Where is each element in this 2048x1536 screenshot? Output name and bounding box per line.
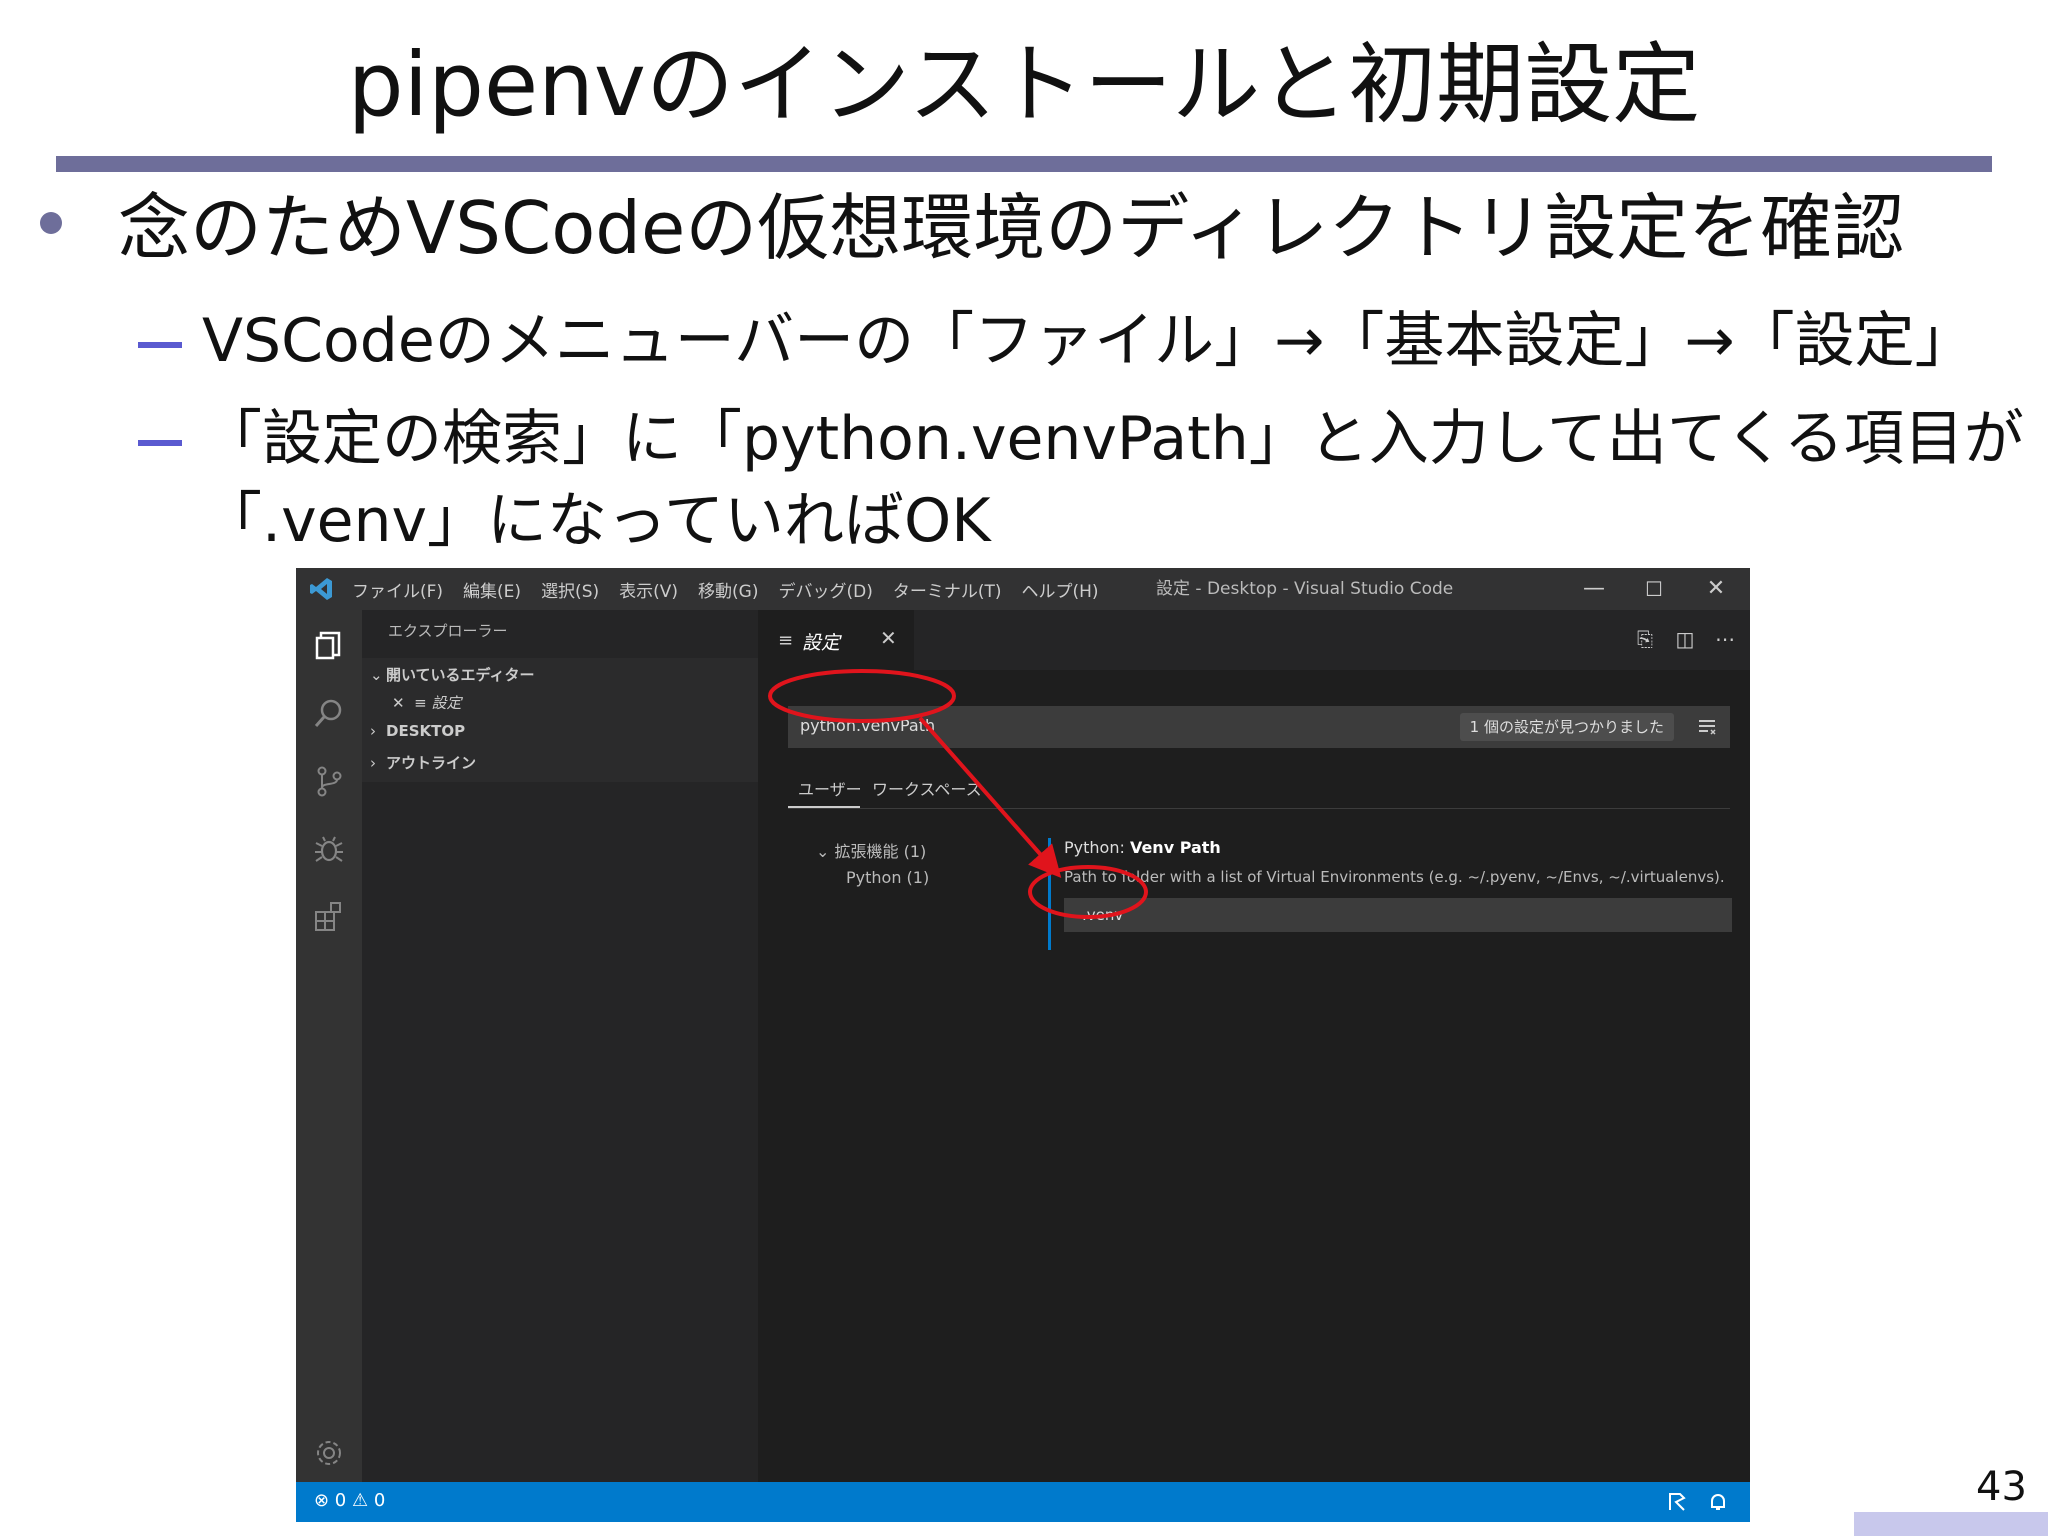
filter-icon[interactable]: [1696, 716, 1718, 738]
settings-tab[interactable]: ≡ 設定 ✕: [758, 610, 914, 670]
title-bar: ファイル(F) 編集(E) 選択(S) 表示(V) 移動(G) デバッグ(D) …: [296, 568, 1750, 610]
chevron-down-icon: ⌄: [816, 842, 830, 861]
debug-icon[interactable]: [312, 832, 346, 866]
setting-focus-indicator: [1048, 838, 1051, 950]
sub-bullet-dash: [138, 440, 182, 446]
menu-bar: ファイル(F) 編集(E) 選択(S) 表示(V) 移動(G) デバッグ(D) …: [352, 568, 1099, 610]
menu-file[interactable]: ファイル(F): [352, 577, 443, 602]
outline-label: アウトライン: [386, 754, 477, 772]
window-title: 設定 - Desktop - Visual Studio Code: [1156, 579, 1454, 599]
search-result-count: 1 個の設定が見つかりました: [1459, 713, 1674, 741]
setting-title: Python: Venv Path: [1064, 838, 1221, 857]
close-window-button[interactable]: ✕: [1686, 568, 1746, 610]
menu-help[interactable]: ヘルプ(H): [1022, 577, 1099, 602]
feedback-icon[interactable]: [1666, 1490, 1690, 1514]
setting-name: Venv Path: [1129, 838, 1221, 857]
more-actions-icon[interactable]: ⋯: [1710, 624, 1740, 654]
source-control-icon[interactable]: [312, 764, 346, 798]
search-icon[interactable]: [312, 696, 346, 730]
explorer-icon[interactable]: [312, 628, 346, 662]
open-editor-item[interactable]: ✕ ≡ 設定: [392, 692, 462, 713]
settings-gear-icon[interactable]: [312, 1436, 346, 1470]
title-rule: [56, 156, 1992, 172]
outline-section[interactable]: › アウトライン: [370, 752, 476, 773]
open-editors-section[interactable]: ⌄ 開いているエディター: [370, 664, 535, 685]
setting-description: Path to folder with a list of Virtual En…: [1064, 868, 1725, 886]
sub-bullet-dash: [138, 342, 182, 348]
sub-bullet-2-line-2: 「.venv」になっていればOK: [202, 486, 991, 556]
vscode-logo-icon: [310, 578, 332, 600]
close-editor-icon[interactable]: ✕: [392, 694, 405, 712]
chevron-right-icon: ›: [370, 722, 376, 740]
chevron-right-icon: ›: [370, 754, 376, 772]
bullet-dot: [40, 212, 62, 234]
editor-tab-bar: ≡ 設定 ✕ ⎘ ◫ ⋯: [758, 610, 1750, 670]
menu-debug[interactable]: デバッグ(D): [778, 577, 872, 602]
maximize-button[interactable]: ☐: [1624, 568, 1684, 610]
settings-search-input[interactable]: python.venvPath 1 個の設定が見つかりました: [788, 706, 1730, 748]
menu-go[interactable]: 移動(G): [698, 577, 758, 602]
settings-file-icon: ≡: [414, 694, 427, 712]
explorer-sidebar: エクスプローラー ⌄ 開いているエディター ✕ ≡ 設定 › DESKTOP › アウ…: [362, 610, 758, 1482]
menu-view[interactable]: 表示(V): [619, 577, 678, 602]
settings-editor: python.venvPath 1 個の設定が見つかりました ユーザー ワークス…: [758, 670, 1750, 1482]
tab-workspace[interactable]: ワークスペース: [872, 776, 982, 800]
desktop-label: DESKTOP: [386, 722, 466, 740]
corner-decoration: [1854, 1512, 2048, 1536]
venv-path-input[interactable]: .venv: [1064, 898, 1732, 932]
slide-title: pipenvのインストールと初期設定: [347, 33, 1701, 136]
activity-bar: [296, 610, 362, 1482]
close-tab-icon[interactable]: ✕: [880, 626, 897, 650]
venv-path-value: .venv: [1082, 906, 1124, 924]
setting-category: Python:: [1064, 838, 1130, 857]
bullet-text: 念のためVSCodeの仮想環境のディレクトリ設定を確認: [118, 186, 1905, 270]
sidebar-title: エクスプローラー: [388, 622, 508, 640]
open-editor-label: 設定: [431, 694, 462, 712]
chevron-down-icon: ⌄: [370, 666, 383, 684]
status-bar: ⊗ 0 ⚠ 0: [296, 1482, 1750, 1522]
toc-python[interactable]: Python (1): [846, 868, 929, 887]
desktop-folder[interactable]: › DESKTOP: [370, 722, 465, 740]
search-value: python.venvPath: [800, 716, 936, 735]
toc-extensions-label: 拡張機能 (1): [834, 842, 927, 861]
tab-user[interactable]: ユーザー: [798, 776, 862, 800]
split-editor-icon[interactable]: ◫: [1670, 624, 1700, 654]
scope-divider: [788, 808, 1730, 809]
minimize-button[interactable]: —: [1564, 568, 1624, 610]
toc-extensions[interactable]: ⌄ 拡張機能 (1): [816, 838, 926, 862]
menu-selection[interactable]: 選択(S): [541, 577, 599, 602]
tab-label: 設定: [802, 632, 841, 654]
open-settings-json-icon[interactable]: ⎘: [1630, 624, 1660, 654]
page-number: 43: [1976, 1464, 2027, 1510]
settings-file-icon: ≡: [778, 630, 794, 651]
sub-bullet-2-line-1: 「設定の検索」に「python.venvPath」と入力して出てくる項目が: [202, 404, 2024, 474]
problems-indicator[interactable]: ⊗ 0 ⚠ 0: [314, 1490, 385, 1511]
menu-terminal[interactable]: ターミナル(T): [893, 577, 1002, 602]
sub-bullet-1: VSCodeのメニューバーの「ファイル」→「基本設定」→「設定」: [202, 306, 1975, 376]
open-editors-label: 開いているエディター: [386, 666, 535, 684]
extensions-icon[interactable]: [312, 900, 346, 934]
notifications-bell-icon[interactable]: [1706, 1490, 1730, 1514]
menu-edit[interactable]: 編集(E): [463, 577, 521, 602]
vscode-window: ファイル(F) 編集(E) 選択(S) 表示(V) 移動(G) デバッグ(D) …: [296, 568, 1750, 1522]
